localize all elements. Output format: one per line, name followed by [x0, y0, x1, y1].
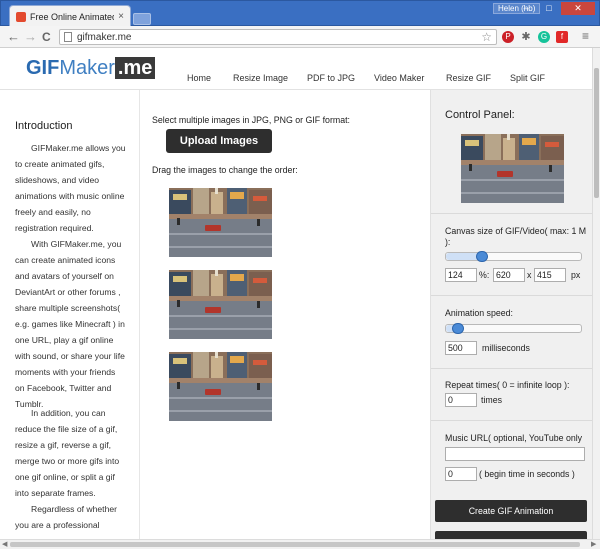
maximize-button[interactable]: □: [538, 2, 560, 15]
vertical-scrollbar[interactable]: [592, 48, 600, 539]
scroll-right-arrow-icon[interactable]: ▶: [591, 540, 596, 549]
logo-part-gif: GIF: [26, 57, 60, 79]
divider: [431, 213, 593, 214]
gifmaker-favicon-icon: [16, 11, 26, 22]
canvas-width-input[interactable]: 620: [493, 268, 525, 282]
select-instructions: Select multiple images in JPG, PNG or GI…: [152, 115, 350, 125]
tab-close-icon[interactable]: ×: [118, 11, 124, 22]
address-url[interactable]: gifmaker.me: [77, 31, 131, 44]
canvas-size-label: Canvas size of GIF/Video( max: 1 M ):: [445, 226, 587, 247]
milliseconds-unit: milliseconds: [482, 343, 530, 353]
secondary-action-button[interactable]: [435, 531, 587, 539]
divider: [431, 295, 593, 296]
repeat-times-input[interactable]: 0: [445, 393, 477, 407]
canvas-size-slider[interactable]: [445, 251, 582, 262]
horizontal-scroll-thumb[interactable]: [10, 542, 580, 547]
begin-time-unit: ( begin time in seconds ): [479, 469, 575, 479]
pinterest-icon[interactable]: P: [502, 31, 514, 43]
canvas-height-input[interactable]: 415: [534, 268, 566, 282]
intro-paragraph: In addition, you can reduce the file siz…: [15, 408, 120, 498]
bookmark-star-icon[interactable]: ☆: [481, 30, 492, 44]
logo-part-me: .me: [114, 57, 156, 79]
repeat-times-label: Repeat times( 0 = infinite loop ):: [445, 380, 570, 390]
puzzle-extension-icon[interactable]: ✱: [520, 31, 532, 43]
horizontal-scrollbar[interactable]: ◀ ▶: [0, 539, 600, 549]
px-unit: px: [571, 270, 581, 280]
slider-handle[interactable]: [476, 251, 489, 262]
reload-icon[interactable]: C: [42, 29, 51, 45]
chrome-menu-icon[interactable]: ≡: [582, 28, 589, 44]
minimize-button[interactable]: –: [515, 2, 537, 15]
percent-unit: %:: [479, 270, 490, 280]
page-icon: [64, 32, 72, 42]
intro-paragraph: Regardless of whether you are a professi…: [15, 504, 117, 530]
forward-icon[interactable]: →: [24, 29, 37, 45]
intro-paragraph: GIFMaker.me allows you to create animate…: [15, 143, 126, 233]
nav-pdf-to-jpg[interactable]: PDF to JPG: [307, 73, 355, 83]
music-url-input[interactable]: [445, 447, 585, 461]
divider: [431, 368, 593, 369]
frame-thumbnail[interactable]: [169, 188, 272, 257]
times-unit: times: [481, 395, 503, 405]
nav-split-gif[interactable]: Split GIF: [510, 73, 545, 83]
dimension-separator: x: [527, 270, 532, 280]
begin-time-input[interactable]: 0: [445, 467, 477, 481]
animation-speed-slider[interactable]: [445, 323, 582, 334]
frame-thumbnail[interactable]: [169, 352, 272, 421]
browser-titlebar: Free Online Animated GIF × Helen (hb) – …: [0, 0, 600, 27]
introduction-heading: Introduction: [15, 120, 73, 132]
grammarly-icon[interactable]: G: [538, 31, 550, 43]
divider: [431, 420, 593, 421]
new-tab-button[interactable]: [133, 13, 151, 25]
nav-resize-gif[interactable]: Resize GIF: [446, 73, 491, 83]
introduction-sidebar: Introduction GIFMaker.me allows you to c…: [0, 90, 140, 539]
logo-part-maker: Maker: [59, 57, 115, 79]
flipboard-icon[interactable]: f: [556, 31, 568, 43]
tab-title: Free Online Animated GIF: [30, 11, 115, 22]
canvas-percent-input[interactable]: 124: [445, 268, 477, 282]
address-bar[interactable]: gifmaker.me ☆: [59, 29, 497, 45]
nav-resize-image[interactable]: Resize Image: [233, 73, 288, 83]
create-gif-button[interactable]: Create GIF Animation: [435, 500, 587, 522]
upload-images-button[interactable]: Upload Images: [166, 129, 272, 153]
browser-tab[interactable]: Free Online Animated GIF ×: [9, 5, 131, 27]
animation-speed-label: Animation speed:: [445, 308, 513, 318]
gifmaker-logo[interactable]: GIFMaker .me: [26, 57, 156, 79]
slider-handle[interactable]: [452, 323, 465, 334]
intro-paragraph: With GIFMaker.me, you can create animate…: [15, 239, 125, 409]
close-window-button[interactable]: ✕: [561, 2, 595, 15]
frame-thumbnail[interactable]: [169, 270, 272, 339]
music-url-label: Music URL( optional, YouTube only: [445, 433, 583, 443]
upload-area: Select multiple images in JPG, PNG or GI…: [140, 90, 430, 539]
nav-home[interactable]: Home: [187, 73, 211, 83]
vertical-scroll-thumb[interactable]: [594, 68, 599, 198]
browser-toolbar: ← → C gifmaker.me ☆ P ✱ G f ≡: [0, 26, 600, 48]
control-panel-title: Control Panel:: [445, 109, 515, 121]
back-icon[interactable]: ←: [7, 29, 20, 45]
preview-thumbnail: [461, 134, 564, 203]
window-controls: – □ ✕: [515, 2, 595, 15]
drag-instructions: Drag the images to change the order:: [152, 165, 298, 175]
nav-video-maker[interactable]: Video Maker: [374, 73, 424, 83]
site-header: GIFMaker .me Home Resize Image PDF to JPG…: [0, 48, 592, 90]
control-panel: Control Panel: Canvas size of GIF/Video(…: [430, 90, 593, 539]
scroll-left-arrow-icon[interactable]: ◀: [2, 540, 7, 549]
animation-speed-input[interactable]: 500: [445, 341, 477, 355]
